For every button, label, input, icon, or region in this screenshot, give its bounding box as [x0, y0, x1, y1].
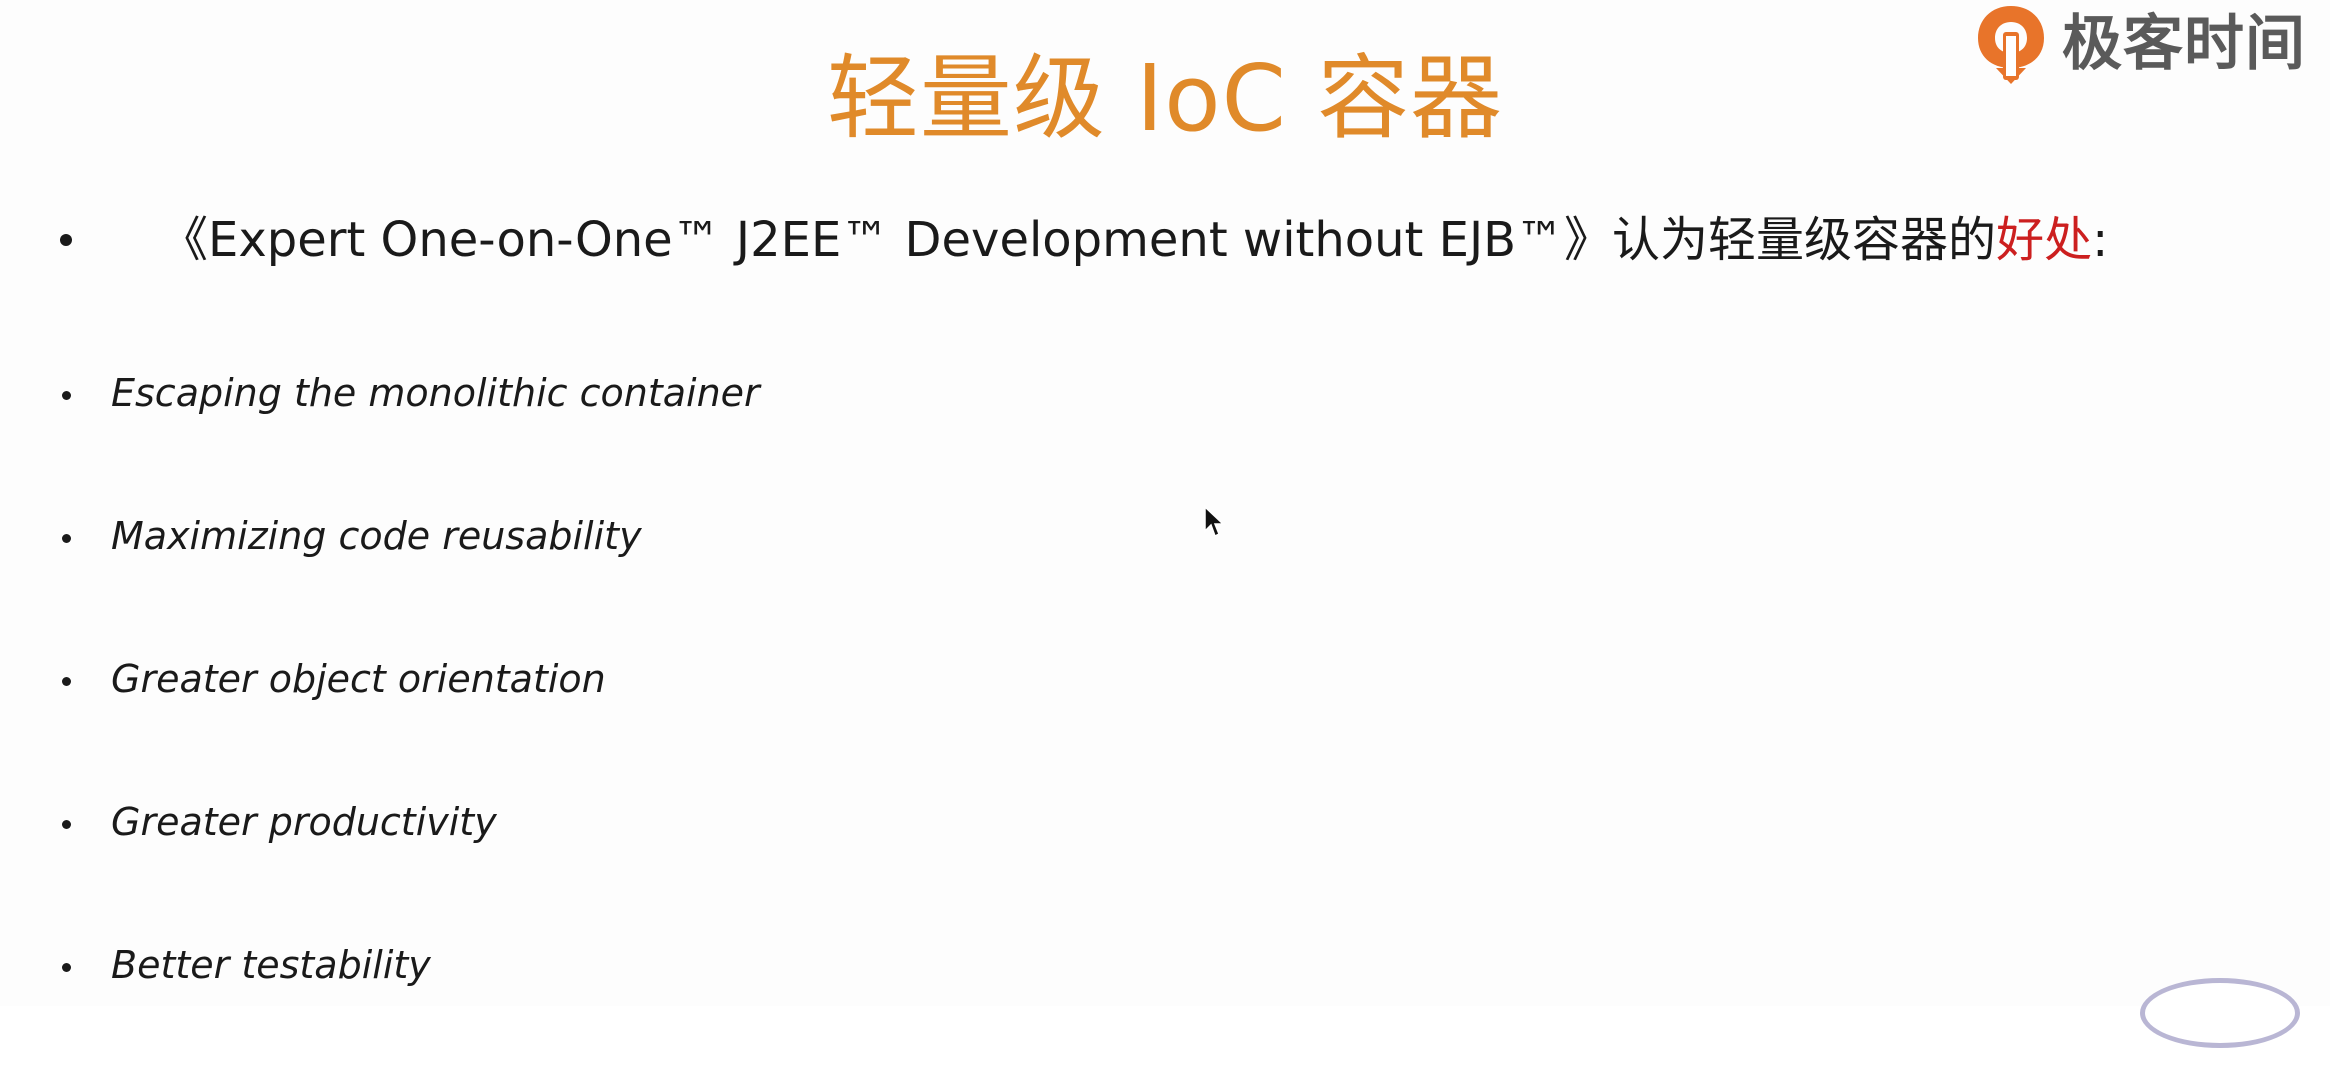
- benefit-text: Better testability: [111, 943, 431, 987]
- bullet-dot: [62, 391, 71, 400]
- bullet-dot: [60, 234, 72, 246]
- intro-colon: :: [2092, 212, 2109, 268]
- intro-text: 《Expert One-on-One™ J2EE™ Development wi…: [160, 212, 1997, 268]
- benefits-list: Escaping the monolithic container Maximi…: [62, 360, 760, 1075]
- benefit-text: Greater object orientation: [111, 657, 606, 701]
- intro-line: 《Expert One-on-One™ J2EE™ Development wi…: [60, 204, 2108, 276]
- bullet-dot: [62, 963, 71, 972]
- bullet-dot: [62, 677, 71, 686]
- list-item: Maximizing code reusability: [62, 503, 760, 646]
- slide: 极客时间 轻量级 IoC 容器 《Expert One-on-One™ J2EE…: [0, 0, 2330, 1048]
- list-item: Greater object orientation: [62, 646, 760, 789]
- bullet-dot: [62, 534, 71, 543]
- list-item: Better testability: [62, 932, 760, 1075]
- mouse-cursor-icon: [1204, 505, 1225, 538]
- benefit-text: Escaping the monolithic container: [111, 371, 760, 415]
- list-item: Escaping the monolithic container: [62, 360, 760, 503]
- benefit-text: Greater productivity: [111, 800, 497, 844]
- list-item: Greater productivity: [62, 789, 760, 932]
- bullet-dot: [62, 820, 71, 829]
- presenter-overlay-edge: [2140, 978, 2300, 1048]
- page-title: 轻量级 IoC 容器: [826, 45, 1504, 152]
- intro-highlight: 好处: [1996, 212, 2093, 268]
- benefit-text: Maximizing code reusability: [111, 514, 642, 558]
